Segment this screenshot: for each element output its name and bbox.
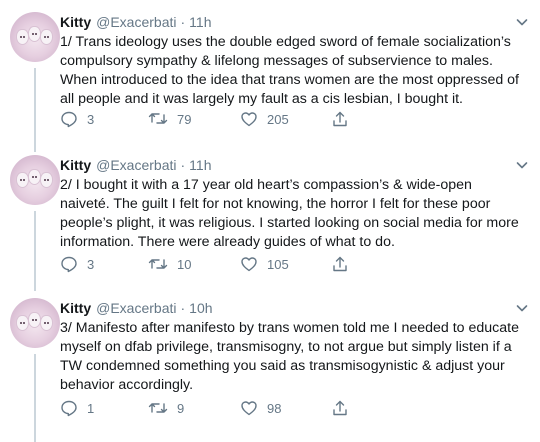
like-button[interactable]: 205 [240,109,289,129]
thread-line [34,68,36,152]
timestamp[interactable]: 10h [189,300,212,316]
retweet-count: 79 [177,111,192,127]
heart-icon [240,110,258,128]
retweet-icon [148,255,168,273]
reply-count: 3 [87,111,95,127]
avatar[interactable] [10,155,60,205]
author-name[interactable]: Kitty [60,157,91,173]
heart-icon [240,255,258,273]
reply-button[interactable]: 1 [60,398,94,418]
share-button[interactable] [331,109,349,129]
tweet[interactable]: Kitty @Exacerbati · 10h 3/ Manifesto aft… [0,298,540,442]
retweet-button[interactable]: 9 [148,398,184,418]
author-name[interactable]: Kitty [60,14,91,30]
retweet-button[interactable]: 10 [148,254,191,274]
reply-icon [60,399,78,417]
tweet-content: Kitty @Exacerbati · 11h 1/ Trans ideolog… [60,12,530,128]
chevron-down-icon[interactable] [514,300,530,316]
like-button[interactable]: 98 [240,398,281,418]
reply-count: 1 [87,400,95,416]
avatar[interactable] [10,298,60,348]
retweet-icon [148,399,168,417]
author-name[interactable]: Kitty [60,300,91,316]
author-handle[interactable]: @Exacerbati [96,157,176,173]
tweet[interactable]: Kitty @Exacerbati · 11h 2/ I bought it w… [0,155,540,291]
chevron-down-icon[interactable] [514,14,530,30]
tweet-text: 1/ Trans ideology uses the double edged … [60,34,519,107]
share-icon [331,255,349,273]
timestamp[interactable]: 11h [189,14,211,30]
retweet-count: 9 [177,400,185,416]
timestamp[interactable]: 11h [189,157,211,173]
reply-button[interactable]: 3 [60,109,94,129]
separator-dot: · [180,300,186,316]
tweet-content: Kitty @Exacerbati · 10h 3/ Manifesto aft… [60,298,530,417]
tweet-text: 3/ Manifesto after manifesto by trans wo… [60,320,519,393]
tweet-header: Kitty @Exacerbati · 11h [60,155,530,175]
like-count: 205 [267,111,289,127]
reply-icon [60,255,78,273]
thread-line [34,211,36,291]
thread-line [34,354,36,442]
tweet-content: Kitty @Exacerbati · 11h 2/ I bought it w… [60,155,530,273]
like-button[interactable]: 105 [240,254,289,274]
separator-dot: · [180,14,186,30]
reply-button[interactable]: 3 [60,254,94,274]
reply-count: 3 [87,256,95,272]
tweet-header: Kitty @Exacerbati · 10h [60,298,530,318]
retweet-count: 10 [177,256,192,272]
like-count: 105 [267,256,289,272]
share-icon [331,110,349,128]
reply-icon [60,110,78,128]
retweet-icon [148,110,168,128]
tweet[interactable]: Kitty @Exacerbati · 11h 1/ Trans ideolog… [0,12,540,152]
author-handle[interactable]: @Exacerbati [96,300,176,316]
retweet-button[interactable]: 79 [148,109,191,129]
like-count: 98 [267,400,282,416]
tweet-text: 2/ I bought it with a 17 year old heart’… [60,177,519,250]
author-handle[interactable]: @Exacerbati [96,14,176,30]
share-button[interactable] [331,254,349,274]
avatar[interactable] [10,12,60,62]
share-button[interactable] [331,398,349,418]
share-icon [331,399,349,417]
chevron-down-icon[interactable] [514,157,530,173]
separator-dot: · [180,157,186,173]
tweet-header: Kitty @Exacerbati · 11h [60,12,530,32]
heart-icon [240,399,258,417]
